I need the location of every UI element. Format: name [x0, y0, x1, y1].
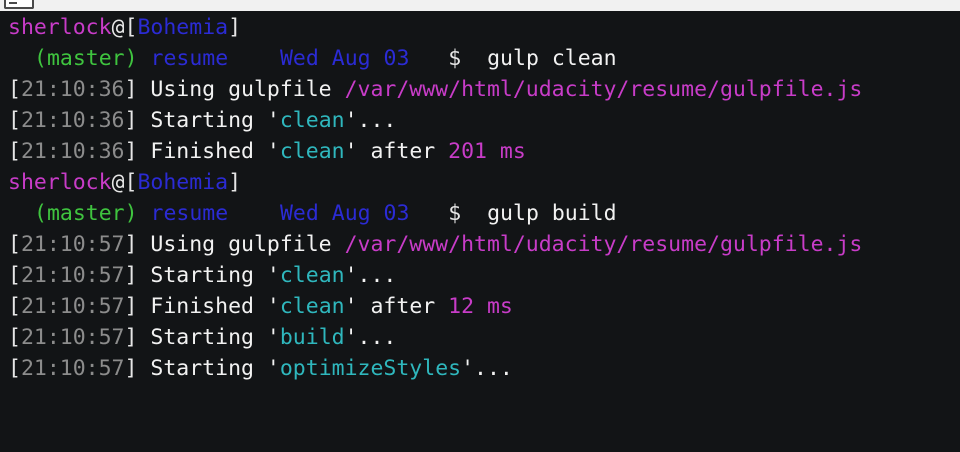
log-line: [21:10:36] Finished 'clean' after 201 ms	[8, 139, 526, 164]
log-suffix: '...	[344, 263, 397, 288]
gulpfile-path: /var/www/html/udacity/resume/gulpfile.js	[344, 232, 863, 257]
prompt-date: Wed Aug 03	[279, 46, 410, 71]
log-line: [21:10:57] Finished 'clean' after 12 ms	[8, 294, 513, 319]
log-timestamp: 21:10:57	[20, 294, 125, 319]
prompt-close-bracket: ]	[228, 15, 242, 40]
log-line: [21:10:57] Using gulpfile /var/www/html/…	[8, 232, 863, 257]
log-timestamp: 21:10:57	[20, 263, 125, 288]
log-message: Using gulpfile	[150, 232, 345, 257]
prompt-host: Bohemia	[137, 170, 229, 195]
prompt-host-line: sherlock@[Bohemia]	[8, 12, 960, 43]
command-text: gulp clean	[487, 46, 617, 71]
log-suffix: '...	[344, 108, 397, 133]
prompt-close-bracket: ]	[228, 170, 242, 195]
prompt-user: sherlock	[8, 15, 112, 40]
window-titlebar	[0, 0, 960, 11]
task-name: clean	[279, 263, 345, 288]
prompt-branch: (master)	[34, 201, 138, 226]
log-message: Starting '	[150, 356, 280, 381]
log-suffix: '...	[344, 325, 397, 350]
log-timestamp: 21:10:36	[20, 108, 125, 133]
gulpfile-path: /var/www/html/udacity/resume/gulpfile.js	[344, 77, 863, 102]
log-suffix: ' after	[344, 139, 449, 164]
prompt-symbol: $	[448, 46, 462, 71]
log-message: Starting '	[150, 263, 280, 288]
prompt-open-bracket: [	[124, 170, 138, 195]
log-line: [21:10:36] Starting 'clean'...	[8, 108, 397, 133]
task-name: build	[279, 325, 345, 350]
prompt-host-line: sherlock@[Bohemia]	[8, 167, 960, 198]
task-name: clean	[279, 294, 345, 319]
prompt-command-line: (master) resume Wed Aug 03 $ gulp build	[8, 198, 960, 229]
prompt-at: @	[111, 170, 125, 195]
log-suffix: ' after	[344, 294, 449, 319]
prompt-branch: (master)	[34, 46, 138, 71]
prompt-open-bracket: [	[124, 15, 138, 40]
log-suffix: '...	[461, 356, 513, 381]
log-message: Starting '	[150, 325, 280, 350]
log-message: Finished '	[150, 139, 280, 164]
log-timestamp: 21:10:36	[20, 77, 125, 102]
task-name: optimizeStyles	[279, 356, 462, 381]
task-name: clean	[279, 108, 345, 133]
prompt-at: @	[111, 15, 125, 40]
log-line: [21:10:57] Starting 'build'...	[8, 325, 397, 350]
prompt-user: sherlock	[8, 170, 112, 195]
log-timestamp: 21:10:57	[20, 356, 125, 381]
log-message: Starting '	[150, 108, 280, 133]
prompt-host: Bohemia	[137, 15, 229, 40]
prompt-dir: resume	[150, 201, 229, 226]
log-line: [21:10:36] Using gulpfile /var/www/html/…	[8, 77, 863, 102]
log-message: Finished '	[150, 294, 280, 319]
log-timestamp: 21:10:57	[20, 232, 125, 257]
log-message: Using gulpfile	[150, 77, 345, 102]
log-line: [21:10:57] Starting 'optimizeStyles'...	[8, 356, 513, 381]
task-duration: 201 ms	[448, 139, 526, 164]
prompt-date: Wed Aug 03	[279, 201, 410, 226]
log-timestamp: 21:10:57	[20, 325, 125, 350]
task-duration: 12 ms	[448, 294, 513, 319]
terminal-icon	[4, 0, 34, 9]
log-timestamp: 21:10:36	[20, 139, 125, 164]
command-text: gulp build	[487, 201, 617, 226]
task-name: clean	[279, 139, 345, 164]
log-line: [21:10:57] Starting 'clean'...	[8, 263, 397, 288]
prompt-command-line: (master) resume Wed Aug 03 $ gulp clean	[8, 43, 960, 74]
terminal-output[interactable]: sherlock@[Bohemia] (master) resume Wed A…	[8, 12, 960, 384]
prompt-symbol: $	[448, 201, 462, 226]
prompt-dir: resume	[150, 46, 229, 71]
